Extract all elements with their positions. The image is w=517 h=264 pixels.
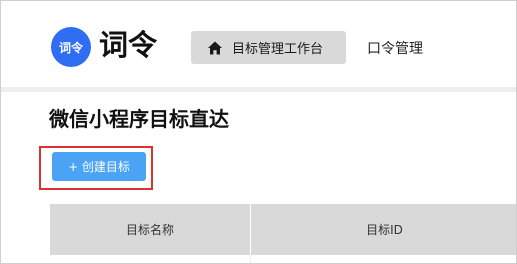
nav-item-label: 目标管理工作台 (232, 42, 324, 57)
column-header-target-name[interactable]: 目标名称 (50, 204, 250, 255)
top-navbar: 词令 词令 目标管理工作台 口令管理 (1, 1, 516, 87)
create-target-button[interactable]: + 创建目标 (52, 152, 146, 181)
column-header-label: 目标ID (366, 223, 403, 237)
nav-item-target-workbench[interactable]: 目标管理工作台 (191, 31, 346, 64)
brand-name[interactable]: 词令 (99, 25, 157, 65)
page-title: 微信小程序目标直达 (49, 107, 229, 131)
create-target-label: + 创建目标 (68, 160, 130, 174)
app-logo[interactable]: 词令 (51, 27, 91, 67)
table-row (50, 255, 516, 263)
column-divider (250, 255, 251, 263)
nav-item-label: 口令管理 (367, 40, 423, 57)
column-header-label: 目标名称 (125, 223, 174, 237)
column-header-target-id[interactable]: 目标ID (251, 204, 516, 255)
app-window: 词令 词令 目标管理工作台 口令管理 微信小程序目标直达 + 创建目标 目标名称… (0, 0, 517, 264)
logo-text: 词令 (58, 40, 83, 55)
table-header: 目标名称 目标ID (50, 204, 516, 255)
home-icon (208, 41, 222, 54)
nav-item-password-management[interactable]: 口令管理 (367, 31, 423, 64)
header-divider (1, 87, 516, 92)
